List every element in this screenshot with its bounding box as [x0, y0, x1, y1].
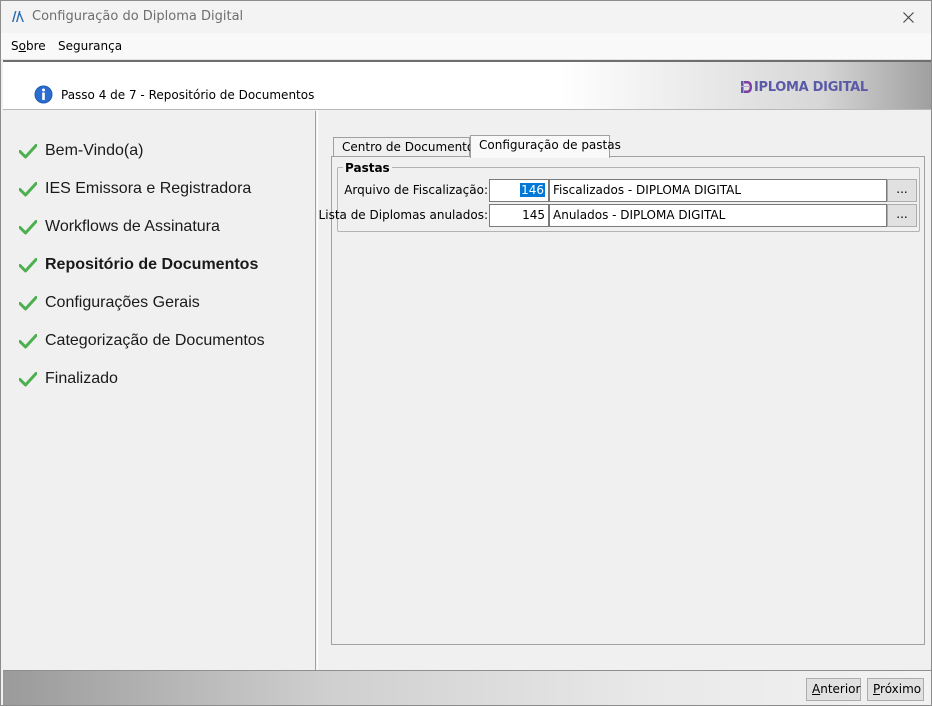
diplomas-anulados-label: Lista de Diplomas anulados: [318, 208, 488, 222]
step-label: Bem-Vindo(a) [45, 142, 144, 159]
close-button[interactable] [885, 1, 931, 33]
checkmark-icon [19, 182, 37, 197]
step-finalizado: Finalizado [19, 368, 118, 390]
logo-mark-icon [741, 81, 752, 93]
step-bem-vindo: Bem-Vindo(a) [19, 140, 143, 162]
checkmark-icon [19, 372, 37, 387]
checkmark-icon [19, 258, 37, 273]
selected-text: 146 [520, 183, 545, 197]
menu-seguranca[interactable]: Segurança [58, 39, 122, 53]
proximo-button[interactable]: Próximo [867, 678, 924, 701]
wizard-steps-sidebar: Bem-Vindo(a) IES Emissora e Registradora… [3, 111, 316, 670]
info-icon [34, 85, 53, 104]
diploma-digital-logo: IPLOMA DIGITAL [741, 78, 868, 96]
anterior-button[interactable]: Anterior [806, 678, 861, 701]
diplomas-anulados-browse-button[interactable]: ... [887, 204, 917, 227]
step-repositorio: Repositório de Documentos [19, 254, 258, 276]
step-configuracoes-gerais: Configurações Gerais [19, 292, 200, 314]
checkmark-icon [19, 144, 37, 159]
menu-sobre[interactable]: Sobre [11, 39, 46, 53]
step-ies-emissora: IES Emissora e Registradora [19, 178, 251, 200]
arquivo-fiscalizacao-label: Arquivo de Fiscalização: [344, 183, 488, 197]
step-label: IES Emissora e Registradora [45, 180, 252, 197]
sidebar-divider [317, 111, 318, 670]
step-label: Finalizado [45, 370, 118, 387]
tab-configuracao-de-pastas[interactable]: Configuração de pastas [470, 135, 621, 158]
close-icon [902, 11, 914, 23]
diplomas-anulados-name-field: Anulados - DIPLOMA DIGITAL [549, 204, 887, 227]
arquivo-fiscalizacao-id-field[interactable]: 146 [489, 179, 549, 202]
window-title: Configuração do Diploma Digital [32, 9, 244, 24]
checkmark-icon [19, 220, 37, 235]
step-label: Configurações Gerais [45, 294, 200, 311]
checkmark-icon [19, 296, 37, 311]
pastas-group: Pastas Arquivo de Fiscalização: 146 Fisc… [319, 161, 920, 232]
diplomas-anulados-id-field[interactable]: 145 [489, 204, 549, 227]
wizard-window: Configuração do Diploma Digital Sobre Se… [0, 0, 932, 706]
menu-bar: Sobre Segurança [1, 33, 931, 60]
arquivo-fiscalizacao-name-field: Fiscalizados - DIPLOMA DIGITAL [549, 179, 887, 202]
wizard-footer: Anterior Próximo [3, 670, 931, 705]
tab-centro-de-documentos[interactable]: Centro de Documentos [333, 137, 480, 157]
step-label: Workflows de Assinatura [45, 218, 220, 235]
step-categorizacao: Categorização de Documentos [19, 330, 265, 352]
logo-text: IPLOMA DIGITAL [754, 79, 868, 95]
arquivo-fiscalizacao-browse-button[interactable]: ... [887, 179, 917, 202]
checkmark-icon [19, 334, 37, 349]
step-header: Passo 4 de 7 - Repositório de Documentos… [3, 60, 931, 110]
step-indicator: Passo 4 de 7 - Repositório de Documentos [61, 88, 315, 102]
title-bar: Configuração do Diploma Digital [1, 1, 931, 33]
tab-page-configuracao-de-pastas: Pastas Arquivo de Fiscalização: 146 Fisc… [319, 156, 925, 645]
step-label: Categorização de Documentos [45, 332, 265, 349]
group-title: Pastas [343, 161, 392, 175]
step-workflows: Workflows de Assinatura [19, 216, 220, 238]
step-label: Repositório de Documentos [45, 256, 259, 273]
app-logo-icon [12, 11, 24, 22]
